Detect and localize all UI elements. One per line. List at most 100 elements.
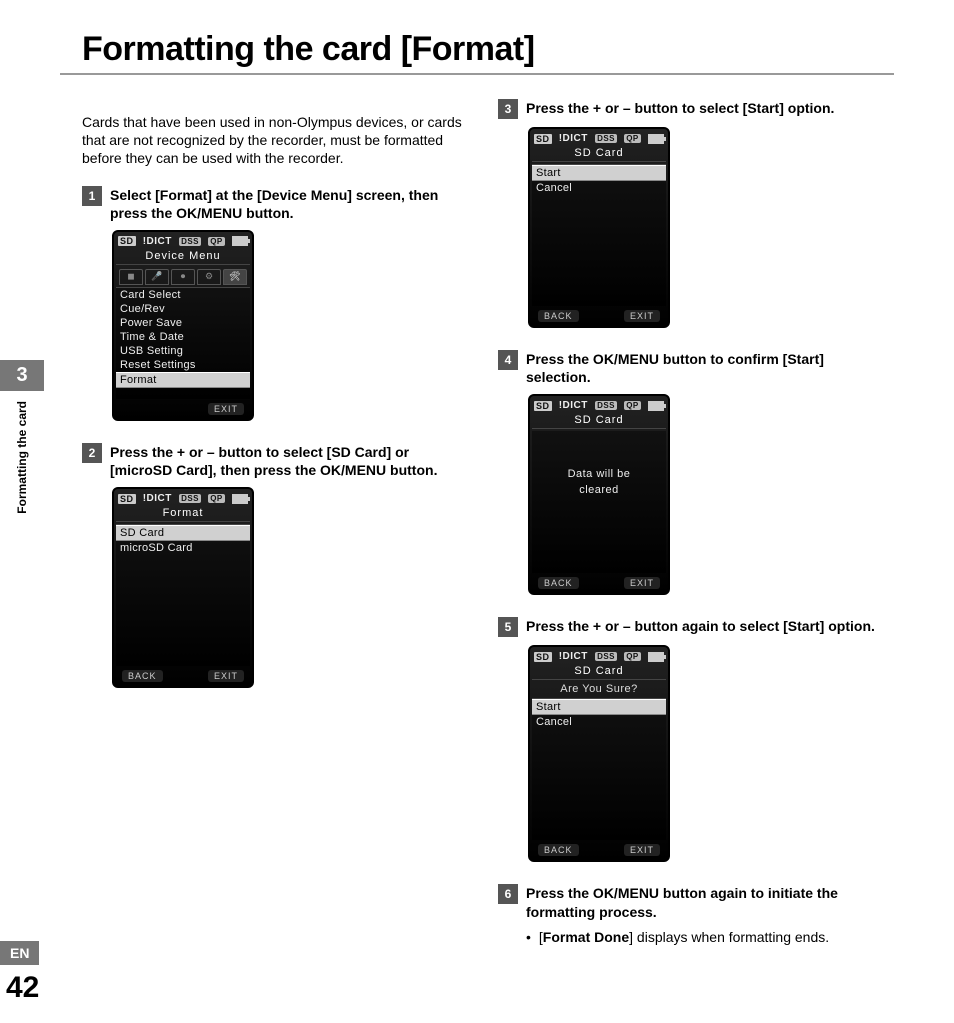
battery-icon [232, 236, 248, 246]
screen-message: Data will becleared [532, 431, 666, 498]
status-bar: SD!DICTDSSQP [532, 649, 666, 665]
softkey-right: EXIT [624, 310, 660, 322]
battery-icon [648, 652, 664, 662]
step-text: Press the + or – button again to select … [526, 617, 888, 635]
qp-badge: QP [624, 652, 641, 661]
menu-item: Time & Date [116, 330, 250, 344]
step-text: Press the + or – button to select [Start… [526, 99, 888, 117]
menu-tab: ⏺ [171, 269, 195, 285]
softkey-left: BACK [538, 844, 579, 856]
language-badge: EN [0, 941, 39, 965]
step-number: 3 [498, 99, 518, 119]
step-number: 5 [498, 617, 518, 637]
sd-icon: SD [118, 494, 136, 504]
bullet-dot: • [526, 929, 531, 945]
mode-label: !DICT [143, 493, 172, 504]
step-number: 4 [498, 350, 518, 370]
device-screen: SD!DICTDSSQPSD CardAre You Sure?StartCan… [528, 645, 670, 862]
qp-badge: QP [624, 134, 641, 143]
intro-text: Cards that have been used in non-Olympus… [82, 113, 472, 168]
screen-title: Format [116, 507, 250, 522]
step: 2Press the + or – button to select [SD C… [82, 443, 472, 688]
menu-item: Start [532, 699, 666, 715]
bullet-text: [Format Done] displays when formatting e… [539, 929, 829, 945]
status-bar: SD !DICT DSS QP [532, 398, 666, 414]
step-number: 2 [82, 443, 102, 463]
menu-item: microSD Card [116, 541, 250, 555]
menu-tab: ◼ [119, 269, 143, 285]
device-screen: SD!DICTDSSQPSD CardStartCancelBACKEXIT [528, 127, 670, 328]
step-text: Press the OK/MENU button to confirm [Sta… [526, 350, 888, 386]
dss-badge: DSS [179, 494, 201, 503]
sd-icon: SD [118, 236, 136, 246]
softkeys: BACK EXIT [532, 573, 666, 591]
side-tab: 3 Formatting the card [0, 360, 44, 517]
status-bar: SD !DICT DSS QP [116, 234, 250, 250]
page-footer: EN 42 [0, 941, 39, 1005]
device-screen: SD!DICTDSSQPDevice Menu◼🎤⏺⚙🛠Card SelectC… [112, 230, 254, 421]
menu-tab: 🎤 [145, 269, 169, 285]
screen-title: SD Card [532, 665, 666, 680]
softkey-right: EXIT [208, 403, 244, 415]
screen-title: SD Card [532, 414, 666, 429]
screen-body: StartCancel [532, 698, 666, 840]
menu-item: Cue/Rev [116, 302, 250, 316]
softkey-left: BACK [538, 310, 579, 322]
step: 5 Press the + or – button again to select… [498, 617, 888, 862]
status-bar: SD!DICTDSSQP [116, 491, 250, 507]
softkeys: EXIT [116, 399, 250, 417]
menu-item: Power Save [116, 316, 250, 330]
softkeys: BACK EXIT [116, 666, 250, 684]
chapter-number: 3 [0, 360, 44, 391]
step-text: Select [Format] at the [Device Menu] scr… [110, 186, 472, 222]
sd-icon: SD [534, 652, 552, 662]
step-number: 6 [498, 884, 518, 904]
screen-subtext: Are You Sure? [532, 683, 666, 695]
screen-body: SD CardmicroSD Card [116, 524, 250, 666]
menu-item: Format [116, 372, 250, 388]
step: 6 Press the OK/MENU button again to initi… [498, 884, 888, 944]
softkey-right: EXIT [208, 670, 244, 682]
mode-label: !DICT [559, 133, 588, 144]
qp-badge: QP [624, 401, 641, 410]
menu-item: Card Select [116, 288, 250, 302]
device-screen: SD !DICT DSS QP SD Card Data will becleared BA… [528, 394, 670, 595]
menu-tab: 🛠 [223, 269, 247, 285]
mode-label: !DICT [143, 236, 172, 247]
status-bar: SD!DICTDSSQP [532, 131, 666, 147]
softkeys: BACK EXIT [532, 306, 666, 324]
mode-label: !DICT [559, 651, 588, 662]
menu-item: Cancel [532, 715, 666, 729]
screen-title: SD Card [532, 147, 666, 162]
softkeys: BACK EXIT [532, 840, 666, 858]
menu-item: USB Setting [116, 344, 250, 358]
sd-icon: SD [534, 401, 552, 411]
softkey-right: EXIT [624, 577, 660, 589]
page-title: Formatting the card [Format] [60, 30, 894, 69]
menu-item: SD Card [116, 525, 250, 541]
battery-icon [648, 134, 664, 144]
screen-body: Card SelectCue/RevPower SaveTime & DateU… [116, 287, 250, 399]
softkey-left: BACK [538, 577, 579, 589]
qp-badge: QP [208, 237, 225, 246]
sd-icon: SD [534, 134, 552, 144]
step: 3 Press the + or – button to select [Star… [498, 99, 888, 328]
dss-badge: DSS [179, 237, 201, 246]
title-rule [60, 73, 894, 75]
softkey-right: EXIT [624, 844, 660, 856]
page-number: 42 [0, 971, 39, 1005]
softkey-left: BACK [122, 670, 163, 682]
menu-tab: ⚙ [197, 269, 221, 285]
menu-item: Start [532, 165, 666, 181]
screen-body: Data will becleared [532, 431, 666, 573]
bullet: • [Format Done] displays when formatting … [498, 929, 888, 945]
step: 1Select [Format] at the [Device Menu] sc… [82, 186, 472, 421]
battery-icon [232, 494, 248, 504]
screen-body: StartCancel [532, 164, 666, 306]
dss-badge: DSS [595, 401, 617, 410]
step: 4 Press the OK/MENU button to confirm [St… [498, 350, 888, 595]
tab-row: ◼🎤⏺⚙🛠 [116, 267, 250, 287]
step-text: Press the OK/MENU button again to initia… [526, 884, 888, 920]
chapter-label: Formatting the card [15, 401, 29, 514]
mode-label: !DICT [559, 400, 588, 411]
